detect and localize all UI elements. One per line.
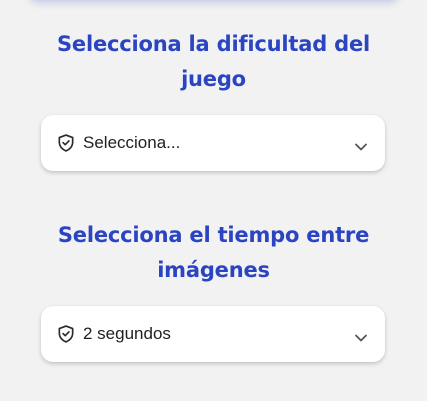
interval-select-value: 2 segundos <box>83 324 171 343</box>
interval-heading: Selecciona el tiempo entre imágenes <box>57 223 370 282</box>
shield-check-icon <box>56 133 76 153</box>
difficulty-select-value: Selecciona... <box>83 133 181 152</box>
shield-check-icon <box>56 324 76 344</box>
interval-select[interactable]: 2 segundos <box>41 306 385 362</box>
chevron-down-icon <box>354 328 368 342</box>
chevron-down-icon <box>354 137 368 151</box>
difficulty-select[interactable]: Selecciona... <box>41 115 385 171</box>
difficulty-heading: Selecciona la dificultad del juego <box>56 32 371 91</box>
